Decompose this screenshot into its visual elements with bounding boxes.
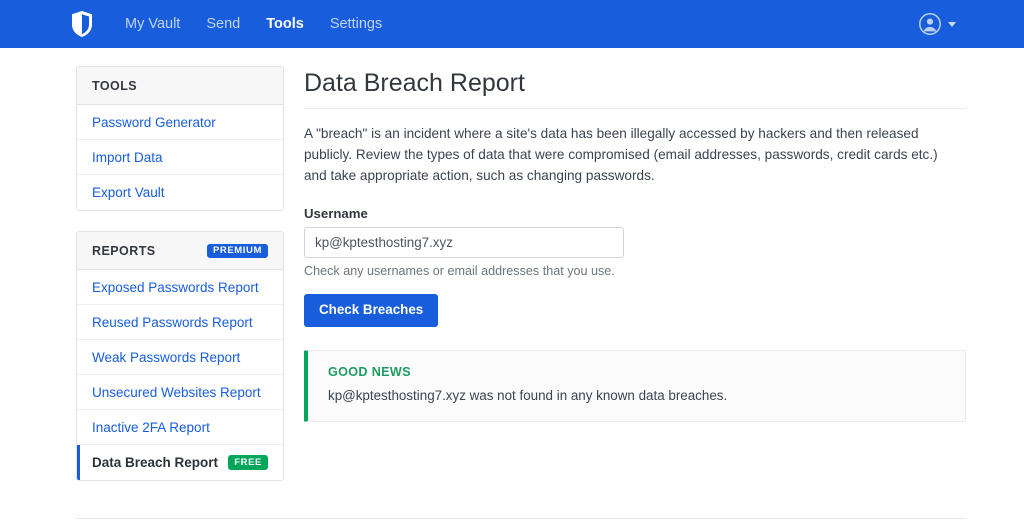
sidebar-item-label: Reused Passwords Report bbox=[92, 315, 253, 330]
nav-link-send[interactable]: Send bbox=[193, 11, 253, 38]
sidebar-item-password-generator[interactable]: Password Generator bbox=[77, 105, 283, 140]
sidebar-item-reused-passwords-report[interactable]: Reused Passwords Report bbox=[77, 305, 283, 340]
nav-link-my-vault[interactable]: My Vault bbox=[112, 11, 193, 38]
tools-card: TOOLS Password Generator Import Data Exp… bbox=[76, 66, 284, 211]
sidebar-item-label: Password Generator bbox=[92, 115, 216, 130]
premium-badge: PREMIUM bbox=[207, 244, 268, 259]
page-description: A "breach" is an incident where a site's… bbox=[304, 123, 954, 186]
tools-card-title: TOOLS bbox=[92, 79, 137, 93]
sidebar-item-label: Exposed Passwords Report bbox=[92, 280, 259, 295]
sidebar-item-inactive-2fa-report[interactable]: Inactive 2FA Report bbox=[77, 410, 283, 445]
alert-message: kp@kptesthosting7.xyz was not found in a… bbox=[328, 387, 947, 406]
caret-down-icon bbox=[948, 22, 956, 27]
alert-title: GOOD NEWS bbox=[328, 365, 947, 379]
username-label: Username bbox=[304, 206, 966, 221]
free-badge: FREE bbox=[228, 455, 268, 470]
sidebar-item-label: Data Breach Report bbox=[92, 455, 218, 470]
sidebar-item-data-breach-report[interactable]: Data Breach Report FREE bbox=[77, 445, 283, 480]
sidebar-item-label: Inactive 2FA Report bbox=[92, 420, 210, 435]
reports-card: REPORTS PREMIUM Exposed Passwords Report… bbox=[76, 231, 284, 481]
title-divider bbox=[304, 108, 966, 109]
app-page: My Vault Send Tools Settings TOOLS bbox=[0, 0, 1024, 530]
tools-card-header: TOOLS bbox=[77, 67, 283, 105]
sidebar-item-label: Unsecured Websites Report bbox=[92, 385, 261, 400]
top-navbar: My Vault Send Tools Settings bbox=[0, 0, 1024, 48]
nav-link-tools[interactable]: Tools bbox=[253, 11, 317, 38]
sidebar: TOOLS Password Generator Import Data Exp… bbox=[76, 66, 284, 501]
sidebar-item-import-data[interactable]: Import Data bbox=[77, 140, 283, 175]
sidebar-item-label: Weak Passwords Report bbox=[92, 350, 240, 365]
account-menu-button[interactable] bbox=[918, 12, 1002, 36]
page-title: Data Breach Report bbox=[304, 68, 966, 98]
bitwarden-shield-icon[interactable] bbox=[70, 10, 94, 38]
nav-link-settings[interactable]: Settings bbox=[317, 11, 395, 38]
check-breaches-button[interactable]: Check Breaches bbox=[304, 294, 438, 327]
reports-card-title: REPORTS bbox=[92, 244, 156, 258]
good-news-alert: GOOD NEWS kp@kptesthosting7.xyz was not … bbox=[304, 350, 966, 422]
reports-card-header: REPORTS PREMIUM bbox=[77, 232, 283, 270]
sidebar-item-exposed-passwords-report[interactable]: Exposed Passwords Report bbox=[77, 270, 283, 305]
sidebar-item-export-vault[interactable]: Export Vault bbox=[77, 175, 283, 210]
account-circle-icon bbox=[918, 12, 942, 36]
nav-links: My Vault Send Tools Settings bbox=[112, 11, 395, 38]
sidebar-item-weak-passwords-report[interactable]: Weak Passwords Report bbox=[77, 340, 283, 375]
page-content: TOOLS Password Generator Import Data Exp… bbox=[0, 48, 1024, 501]
username-help-text: Check any usernames or email addresses t… bbox=[304, 264, 966, 278]
footer-divider bbox=[76, 518, 966, 519]
username-input[interactable] bbox=[304, 227, 624, 258]
sidebar-item-unsecured-websites-report[interactable]: Unsecured Websites Report bbox=[77, 375, 283, 410]
main-panel: Data Breach Report A "breach" is an inci… bbox=[304, 66, 966, 422]
sidebar-item-label: Export Vault bbox=[92, 185, 165, 200]
sidebar-item-label: Import Data bbox=[92, 150, 163, 165]
